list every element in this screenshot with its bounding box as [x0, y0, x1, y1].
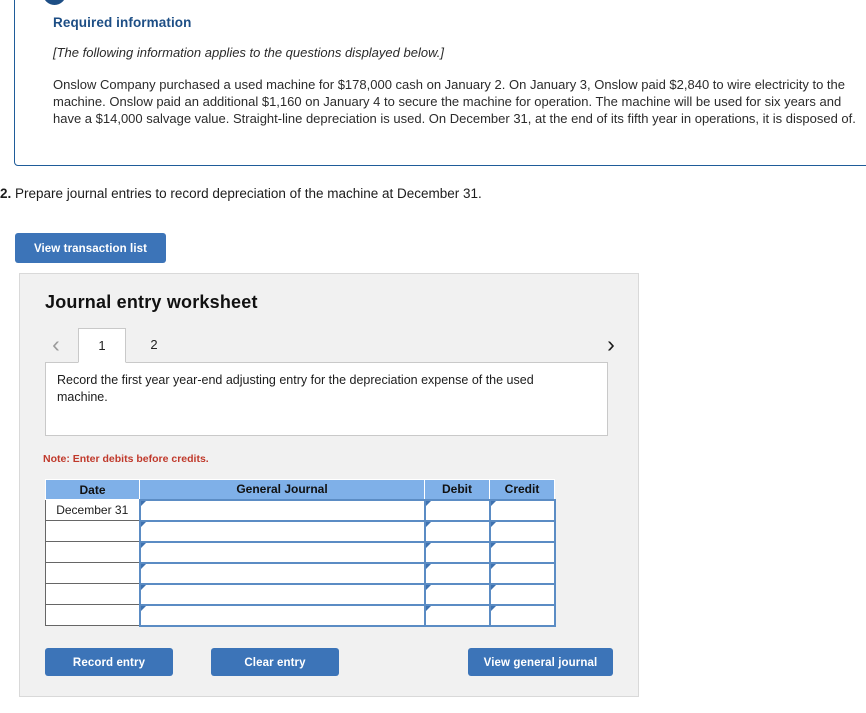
cell-credit-3[interactable]	[488, 540, 556, 564]
required-information-subtitle: [The following information applies to th…	[53, 45, 444, 60]
cell-marker-icon	[425, 563, 431, 569]
journal-entry-worksheet-panel: Journal entry worksheet ‹ 1 2 › Record t…	[19, 273, 639, 697]
debits-before-credits-note: Note: Enter debits before credits.	[43, 453, 209, 465]
cell-marker-icon	[490, 542, 496, 548]
cell-credit-6[interactable]	[488, 603, 556, 627]
view-transaction-list-button[interactable]: View transaction list	[15, 233, 166, 263]
column-header-debit: Debit	[424, 479, 490, 500]
cell-credit-5[interactable]	[488, 582, 556, 606]
cell-marker-icon	[140, 563, 146, 569]
cell-date-1[interactable]: December 31	[45, 499, 140, 521]
cell-general-journal-1[interactable]	[138, 498, 426, 522]
cell-credit-1[interactable]	[488, 498, 556, 522]
chevron-right-icon[interactable]: ›	[600, 332, 622, 358]
column-header-general-journal: General Journal	[139, 479, 425, 500]
worksheet-title: Journal entry worksheet	[45, 292, 258, 312]
tab-1[interactable]: 1	[78, 328, 126, 363]
cell-marker-icon	[425, 584, 431, 590]
column-header-credit: Credit	[489, 479, 555, 500]
question-line: 2. Prepare journal entries to record dep…	[0, 186, 482, 201]
worksheet-prompt-box: Record the first year year-end adjusting…	[45, 362, 608, 436]
cell-debit-5[interactable]	[423, 582, 491, 606]
cell-date-2[interactable]	[45, 520, 140, 542]
cell-marker-icon	[140, 584, 146, 590]
cell-date-3[interactable]	[45, 541, 140, 563]
cell-marker-icon	[140, 605, 146, 611]
view-general-journal-button[interactable]: View general journal	[468, 648, 613, 676]
cell-marker-icon	[490, 500, 496, 506]
cell-marker-icon	[425, 605, 431, 611]
required-information-body: Onslow Company purchased a used machine …	[53, 77, 856, 126]
table-row	[45, 561, 556, 585]
cell-general-journal-5[interactable]	[138, 582, 426, 606]
cell-marker-icon	[490, 605, 496, 611]
cell-debit-3[interactable]	[423, 540, 491, 564]
table-row	[45, 519, 556, 543]
journal-entry-table: Date General Journal Debit Credit Decemb…	[45, 479, 556, 627]
required-information-box: i Required information [The following in…	[14, 0, 866, 166]
page-root: i Required information [The following in…	[0, 0, 866, 713]
cell-marker-icon	[490, 563, 496, 569]
record-entry-button[interactable]: Record entry	[45, 648, 173, 676]
column-header-date: Date	[45, 479, 140, 500]
question-number: 2.	[0, 186, 12, 201]
worksheet-prompt-text: Record the first year year-end adjusting…	[57, 373, 534, 404]
table-row	[45, 582, 556, 606]
required-information-content: Required information [The following info…	[53, 15, 866, 127]
tab-2[interactable]: 2	[130, 328, 178, 363]
chevron-left-icon[interactable]: ‹	[45, 332, 67, 358]
info-icon: i	[43, 0, 66, 5]
table-row: December 31	[45, 498, 556, 522]
cell-general-journal-6[interactable]	[138, 603, 426, 627]
cell-marker-icon	[140, 542, 146, 548]
cell-general-journal-3[interactable]	[138, 540, 426, 564]
cell-marker-icon	[140, 500, 146, 506]
cell-credit-2[interactable]	[488, 519, 556, 543]
cell-marker-icon	[490, 584, 496, 590]
table-header-row: Date General Journal Debit Credit	[45, 479, 555, 500]
table-row	[45, 540, 556, 564]
cell-marker-icon	[140, 521, 146, 527]
cell-debit-1[interactable]	[423, 498, 491, 522]
cell-general-journal-2[interactable]	[138, 519, 426, 543]
cell-date-6[interactable]	[45, 604, 140, 626]
question-text: Prepare journal entries to record deprec…	[15, 186, 482, 201]
cell-marker-icon	[490, 521, 496, 527]
cell-marker-icon	[425, 521, 431, 527]
cell-credit-4[interactable]	[488, 561, 556, 585]
cell-debit-4[interactable]	[423, 561, 491, 585]
cell-date-4[interactable]	[45, 562, 140, 584]
cell-debit-2[interactable]	[423, 519, 491, 543]
cell-date-5[interactable]	[45, 583, 140, 605]
required-information-title: Required information	[53, 15, 192, 30]
cell-marker-icon	[425, 542, 431, 548]
worksheet-tabbar: ‹ 1 2 ›	[45, 328, 615, 363]
clear-entry-button[interactable]: Clear entry	[211, 648, 339, 676]
cell-marker-icon	[425, 500, 431, 506]
cell-general-journal-4[interactable]	[138, 561, 426, 585]
table-row	[45, 603, 556, 627]
cell-debit-6[interactable]	[423, 603, 491, 627]
